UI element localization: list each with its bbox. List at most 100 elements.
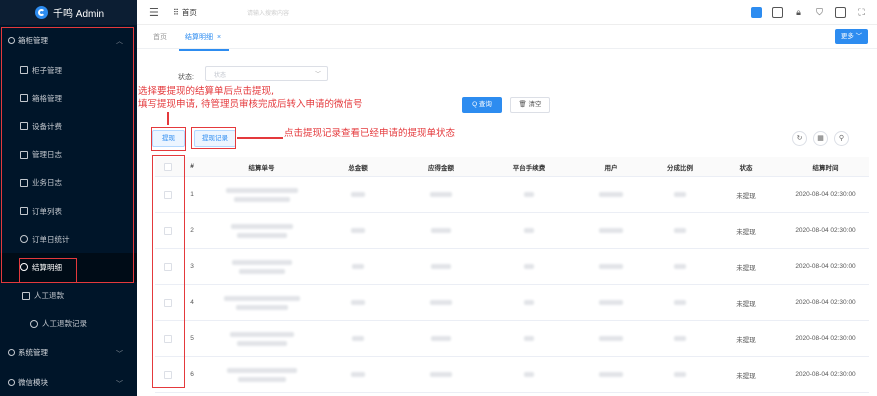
user-redacted (599, 372, 623, 377)
annotation-checkbox-box (152, 155, 185, 388)
top-search-input[interactable]: 请输入搜索内容 (247, 8, 289, 17)
user-redacted (599, 264, 623, 269)
dashboard-icon[interactable] (751, 6, 762, 18)
table-row[interactable]: 1 未提现 2020-08-04 02:30:00 (155, 177, 869, 213)
fee-redacted (524, 228, 534, 233)
close-icon[interactable]: × (217, 34, 221, 41)
chevron-down-icon: ﹀ (116, 350, 123, 358)
annotation-settlement-box (19, 258, 77, 283)
app-name: 千鸣 Admin (53, 9, 105, 20)
lock-icon[interactable]: 🔒︎ (793, 7, 804, 18)
annotation-withdraw-box (151, 127, 186, 151)
settlement-no-redacted (203, 331, 320, 346)
columns-icon[interactable]: ▦ (813, 131, 828, 146)
time-value: 2020-08-04 02:30:00 (795, 263, 856, 270)
query-button[interactable]: Q 查询 (462, 97, 502, 113)
time-value: 2020-08-04 02:30:00 (795, 191, 856, 198)
annotation-sidebar-box (1, 27, 134, 283)
reset-button[interactable]: 🗑 清空 (510, 97, 550, 113)
due-redacted (430, 192, 452, 197)
col-ratio: 分成比例 (667, 164, 693, 172)
tab-settlement[interactable]: 结算明细 × (178, 32, 230, 51)
col-user: 用户 (604, 164, 618, 172)
table-row[interactable]: 6 未提现 2020-08-04 02:30:00 (155, 357, 869, 393)
ratio-redacted (674, 228, 686, 233)
ratio-redacted (674, 300, 686, 305)
status-value: 未提现 (736, 336, 756, 344)
annotation-record: 点击提现记录查看已经申请的提现单状态 (284, 128, 456, 139)
top-icons: 🔒︎ ⛉ ⛶ (751, 5, 877, 19)
logo-icon (35, 6, 48, 19)
due-redacted (430, 300, 452, 305)
col-total: 总金额 (348, 164, 368, 172)
fullscreen-icon[interactable]: ⛶ (856, 7, 867, 18)
sidebar-item-label: 人工退款记录 (42, 319, 87, 328)
annotation-arrow-down (167, 112, 169, 125)
breadcrumb[interactable]: ⠿ 首页 (173, 7, 197, 18)
table-row[interactable]: 3 未提现 2020-08-04 02:30:00 (155, 249, 869, 285)
user-redacted (599, 228, 623, 233)
chevron-down-icon: ﹀ (116, 380, 123, 388)
due-redacted (431, 336, 451, 341)
due-redacted (431, 228, 451, 233)
status-filter-label: 状态: (178, 74, 194, 81)
table-row[interactable]: 2 未提现 2020-08-04 02:30:00 (155, 213, 869, 249)
menu-group-wechat[interactable]: 微信模块 ﹀ (0, 368, 137, 396)
ratio-redacted (674, 372, 686, 377)
settlement-no-redacted (203, 223, 320, 238)
total-redacted (352, 264, 364, 269)
settlement-table: # 结算单号 总金额 应得金额 平台手续费 用户 分成比例 状态 结算时间 1 … (155, 157, 869, 393)
menu-toggle-icon[interactable]: ☰ (149, 6, 159, 19)
calendar-icon[interactable] (772, 6, 783, 18)
status-value: 未提现 (736, 192, 756, 200)
menu-group-system[interactable]: 系统管理 ﹀ (0, 338, 137, 368)
app-logo[interactable]: 千鸣 Admin (0, 0, 137, 25)
refresh-icon[interactable]: ↻ (792, 131, 807, 146)
settlement-no-redacted (203, 259, 320, 274)
total-redacted (351, 300, 365, 305)
annotation-main-line2: 填写提现申请, 待管理员审核完成后转入申请的微信号 (138, 99, 363, 110)
grid-icon (22, 291, 30, 300)
reset-button-label: 清空 (528, 101, 542, 108)
due-redacted (431, 264, 451, 269)
table-header: # 结算单号 总金额 应得金额 平台手续费 用户 分成比例 状态 结算时间 (155, 157, 869, 177)
breadcrumb-home: 首页 (181, 8, 197, 17)
total-redacted (351, 228, 365, 233)
status-select[interactable]: 状态 ﹀ (205, 66, 328, 81)
settlement-no-redacted (203, 295, 320, 310)
settlement-no-redacted (203, 367, 320, 382)
table-row[interactable]: 5 未提现 2020-08-04 02:30:00 (155, 321, 869, 357)
tab-home[interactable]: 首页 (153, 32, 167, 42)
grid-icon: ⠿ (173, 8, 179, 17)
status-value: 未提现 (736, 228, 756, 236)
sidebar-item-manual-refund[interactable]: 人工退款 (0, 282, 137, 310)
fee-redacted (524, 264, 534, 269)
search-icon[interactable]: ⚲ (834, 131, 849, 146)
time-value: 2020-08-04 02:30:00 (795, 227, 856, 234)
fee-redacted (524, 192, 534, 197)
status-value: 未提现 (736, 300, 756, 308)
time-value: 2020-08-04 02:30:00 (795, 299, 856, 306)
fee-redacted (524, 336, 534, 341)
chat-icon (8, 379, 15, 386)
topbar: ☰ ⠿ 首页 请输入搜索内容 🔒︎ ⛉ ⛶ (137, 0, 877, 25)
picture-icon[interactable] (835, 6, 846, 18)
col-status: 状态 (739, 164, 753, 172)
sidebar-item-refund-records[interactable]: 人工退款记录 (0, 310, 137, 338)
user-redacted (599, 192, 623, 197)
fee-redacted (524, 372, 534, 377)
annotation-arrow-left (237, 137, 283, 139)
table-row[interactable]: 4 未提现 2020-08-04 02:30:00 (155, 285, 869, 321)
settlement-no-redacted (203, 187, 320, 202)
shirt-icon[interactable]: ⛉ (814, 7, 825, 18)
more-button[interactable]: 更多 ﹀ (835, 29, 868, 44)
tab-bar: 首页 结算明细 × 更多 ﹀ (137, 25, 877, 51)
table-tools: ↻ ▦ ⚲ (792, 131, 855, 146)
total-redacted (351, 372, 365, 377)
total-redacted (351, 192, 365, 197)
chevron-down-icon: ﹀ (314, 72, 321, 78)
annotation-records-box (191, 127, 236, 149)
col-due: 应得金额 (428, 164, 454, 172)
tab-label: 结算明细 (185, 34, 213, 41)
menu-group-label: 微信模块 (18, 378, 48, 387)
